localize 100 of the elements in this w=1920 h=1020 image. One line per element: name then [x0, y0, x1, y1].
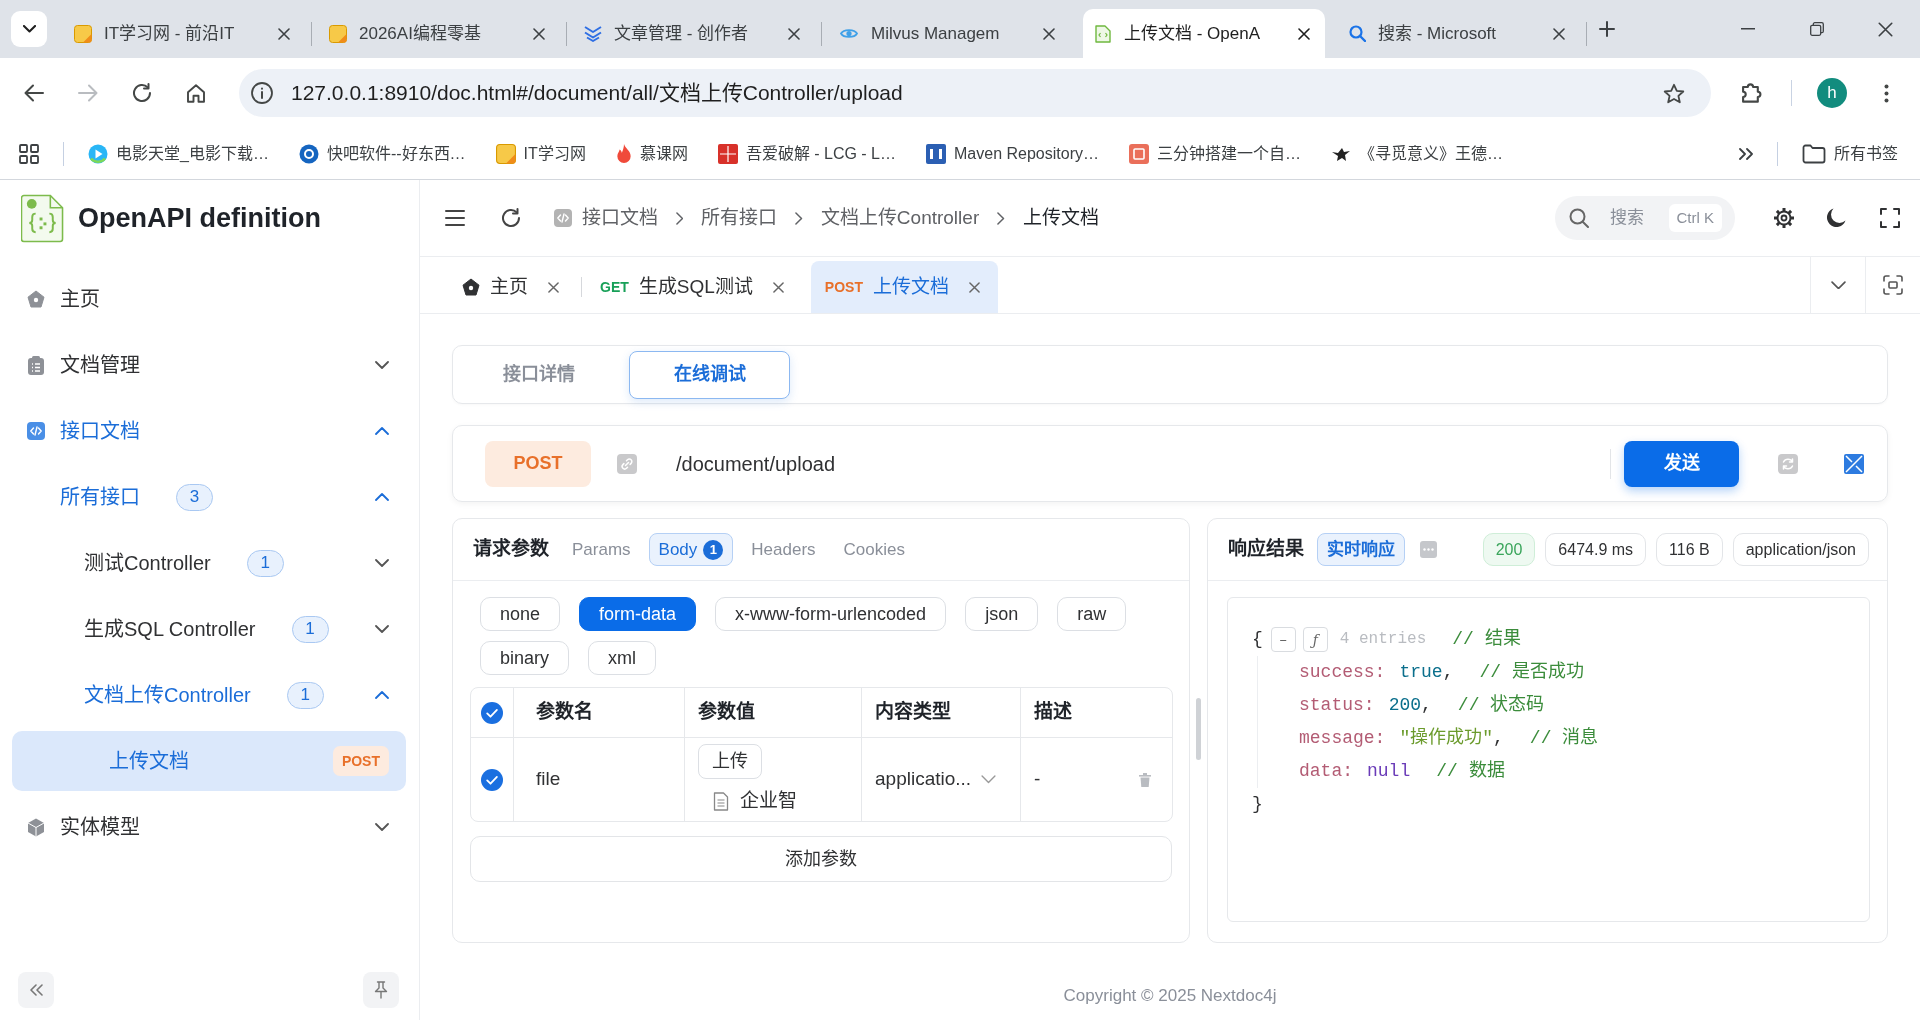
- tab[interactable]: POST 上传文档: [810, 261, 998, 313]
- send-button[interactable]: 发送: [1624, 440, 1739, 487]
- close-icon[interactable]: [278, 27, 290, 40]
- upload-button[interactable]: 上传: [698, 743, 762, 779]
- crossed-square-icon[interactable]: [1844, 453, 1864, 474]
- search-icon: [1569, 208, 1589, 228]
- menu-icon[interactable]: [445, 210, 465, 226]
- body-type-option[interactable]: form-data: [579, 597, 697, 631]
- format-button[interactable]: ƒ: [1302, 627, 1328, 652]
- close-icon[interactable]: [1298, 27, 1310, 40]
- file-icon: [713, 791, 729, 811]
- bookmark[interactable]: 快吧软件--好东西…: [298, 141, 466, 166]
- close-icon[interactable]: [1043, 27, 1055, 40]
- info-icon[interactable]: [251, 82, 273, 104]
- collapse-button[interactable]: –: [1270, 627, 1296, 652]
- mode-tag[interactable]: 实时响应: [1317, 533, 1405, 566]
- sidebar-item[interactable]: 文档管理: [12, 335, 406, 395]
- refresh-icon[interactable]: [501, 208, 521, 228]
- close-icon[interactable]: [788, 27, 800, 40]
- profile-avatar[interactable]: h: [1817, 78, 1847, 108]
- chevron-up-icon[interactable]: [375, 691, 389, 699]
- panel-title: 响应结果: [1228, 537, 1304, 562]
- browser-tab[interactable]: IT学习网 - 前沿IT: [63, 9, 305, 58]
- body-type-option[interactable]: none: [480, 597, 561, 631]
- sidebar-item[interactable]: 测试Controller 1: [12, 533, 406, 593]
- body-type-option[interactable]: binary: [480, 641, 570, 675]
- back-arrow-icon[interactable]: [24, 84, 44, 102]
- square-logo-icon: [329, 24, 347, 43]
- moon-icon[interactable]: [1825, 207, 1847, 229]
- apps-grid-icon[interactable]: [19, 143, 39, 164]
- browser-tab[interactable]: 上传文档 - OpenA: [1083, 9, 1325, 58]
- restore-icon[interactable]: [1809, 22, 1824, 36]
- sidebar-item[interactable]: 上传文档 POST: [12, 731, 406, 791]
- browser-tab[interactable]: 搜索 - Microsoft: [1338, 9, 1580, 58]
- bookmark[interactable]: Maven Repository…: [926, 141, 1099, 166]
- checkbox[interactable]: [481, 701, 503, 724]
- puzzle-icon[interactable]: [1740, 83, 1762, 103]
- chevron-up-icon[interactable]: [375, 493, 389, 501]
- close-icon[interactable]: [533, 27, 545, 40]
- tab-list-button[interactable]: [11, 11, 47, 47]
- body-type-option[interactable]: xml: [588, 641, 657, 675]
- copyright-text: Copyright © 2025 Nextdoc4j: [1063, 984, 1277, 1007]
- bookmark[interactable]: 三分钟搭建一个自…: [1128, 141, 1301, 166]
- sidebar-item[interactable]: 接口文档: [12, 401, 406, 461]
- body-type-option[interactable]: x-www-form-urlencoded: [715, 597, 947, 631]
- minimize-icon[interactable]: [1740, 28, 1755, 30]
- chevron-down-icon[interactable]: [375, 361, 389, 369]
- breadcrumb-link[interactable]: 文档上传Controller: [820, 203, 980, 233]
- chevron-down-icon: [981, 775, 997, 784]
- content-type-select[interactable]: applicatio...: [875, 765, 1007, 794]
- scrollbar-thumb[interactable]: [1196, 698, 1201, 760]
- more-vertical-icon[interactable]: [1884, 83, 1889, 103]
- body-type-option[interactable]: json: [965, 597, 1039, 631]
- bookmark[interactable]: IT学习网: [495, 141, 586, 166]
- panel-title: 请求参数: [473, 537, 549, 562]
- breadcrumb-current: 上传文档: [1022, 205, 1099, 230]
- tab[interactable]: Body 1: [648, 533, 734, 566]
- code-line: status: 200, // 状态码: [1299, 693, 1545, 717]
- home-icon[interactable]: [186, 83, 206, 103]
- sidebar-item[interactable]: 实体模型: [12, 797, 406, 857]
- sidebar-item[interactable]: 生成SQL Controller 1: [12, 599, 406, 659]
- settings-icon[interactable]: [1773, 207, 1795, 229]
- tab[interactable]: 在线调试: [629, 350, 790, 399]
- chevron-down-icon[interactable]: [1830, 280, 1846, 290]
- chevron-up-icon[interactable]: [375, 427, 389, 435]
- reload-icon[interactable]: [132, 83, 152, 103]
- address-bar[interactable]: 127.0.0.1:8910/doc.html#/document/all/文档上传Controller/upload: [239, 69, 1711, 117]
- body-type-option[interactable]: raw: [1057, 597, 1127, 631]
- breadcrumb-link[interactable]: 所有接口: [701, 203, 778, 233]
- square-logo-icon: [495, 143, 516, 164]
- chevron-down-icon[interactable]: [375, 625, 389, 633]
- bookmark[interactable]: 电影天堂_电影下载…: [88, 141, 269, 166]
- bookmark[interactable]: 《寻觅意义》王德…: [1330, 141, 1503, 166]
- code-line: data: null // 数据: [1299, 759, 1505, 783]
- tab[interactable]: GET 生成SQL测试: [586, 261, 802, 313]
- close-icon[interactable]: [1553, 27, 1565, 40]
- star-icon[interactable]: [1663, 82, 1685, 104]
- pin-button[interactable]: [363, 972, 399, 1008]
- fullscreen-icon[interactable]: [1880, 208, 1900, 228]
- sidebar-item[interactable]: 所有接口 3: [12, 467, 406, 527]
- focus-frame-icon[interactable]: [1883, 275, 1903, 295]
- plus-icon[interactable]: [1599, 21, 1615, 37]
- browser-tab[interactable]: 2026AI编程零基: [318, 9, 560, 58]
- browser-tab[interactable]: 文章管理 - 创作者: [573, 9, 815, 58]
- browser-tab[interactable]: Milvus Managem: [828, 9, 1070, 58]
- play-logo-icon: [88, 143, 108, 164]
- close-icon[interactable]: [1878, 21, 1893, 37]
- add-parameter-button[interactable]: 添加参数: [470, 836, 1172, 882]
- sidebar-item[interactable]: 文档上传Controller 1: [12, 665, 406, 725]
- bookmark[interactable]: 慕课网: [615, 141, 688, 166]
- checkbox[interactable]: [481, 768, 503, 791]
- url-field[interactable]: /document/upload: [676, 448, 1596, 479]
- double-chevron-icon[interactable]: [1739, 147, 1753, 160]
- breadcrumb-link[interactable]: 接口文档: [582, 203, 658, 233]
- bookmark-folder[interactable]: 所有书签: [1802, 141, 1898, 166]
- bookmark[interactable]: 吾爱破解 - LCG - L…: [717, 141, 896, 166]
- tab[interactable]: 主页: [448, 261, 577, 313]
- chevron-down-icon[interactable]: [375, 823, 389, 831]
- chevron-down-icon[interactable]: [375, 559, 389, 567]
- sidebar-item[interactable]: 主页: [12, 269, 406, 329]
